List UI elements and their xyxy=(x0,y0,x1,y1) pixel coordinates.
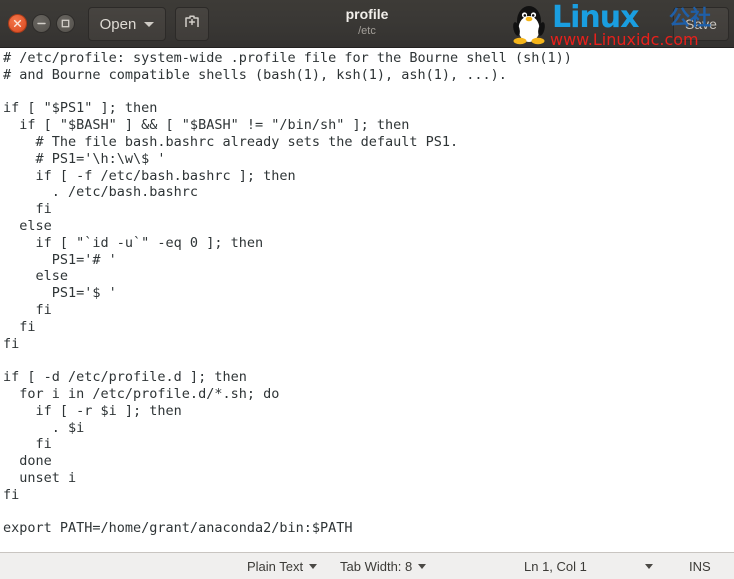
language-selector[interactable]: Plain Text xyxy=(247,558,318,574)
maximize-icon xyxy=(60,18,71,29)
title-bar: Open profile /etc Save Linux 公社 www.Linu… xyxy=(0,0,734,48)
minimize-icon xyxy=(36,19,47,28)
cursor-position: Ln 1, Col 1 xyxy=(524,559,587,574)
close-button[interactable] xyxy=(8,14,27,33)
insert-mode-indicator[interactable]: INS xyxy=(689,559,711,574)
chevron-down-icon xyxy=(309,563,318,569)
open-button[interactable]: Open xyxy=(88,7,166,41)
cursor-position-dropdown[interactable] xyxy=(645,563,653,569)
status-bar: Plain Text Tab Width: 8 Ln 1, Col 1 INS xyxy=(0,552,734,579)
minimize-button[interactable] xyxy=(32,14,51,33)
editor-content[interactable]: # /etc/profile: system-wide .profile fil… xyxy=(3,50,572,537)
close-icon xyxy=(13,19,22,28)
new-document-button[interactable] xyxy=(175,7,209,41)
tux-penguin-icon xyxy=(506,1,552,47)
chevron-down-icon xyxy=(144,21,155,27)
language-label: Plain Text xyxy=(247,558,304,574)
window-controls xyxy=(8,14,75,33)
chevron-down-icon xyxy=(645,563,653,569)
gedit-window: Open profile /etc Save Linux 公社 www.Linu… xyxy=(0,0,734,579)
text-editor-view[interactable]: # /etc/profile: system-wide .profile fil… xyxy=(0,48,734,552)
chevron-down-icon xyxy=(418,563,427,569)
insert-mode-label: INS xyxy=(689,558,711,574)
watermark-brand: Linux xyxy=(552,0,639,35)
tab-width-selector[interactable]: Tab Width: 8 xyxy=(340,558,427,574)
tab-width-label: Tab Width: 8 xyxy=(340,558,413,574)
save-button-label: Save xyxy=(685,16,717,32)
cursor-position-label: Ln 1, Col 1 xyxy=(524,558,587,574)
maximize-button[interactable] xyxy=(56,14,75,33)
new-document-icon xyxy=(183,13,201,36)
open-button-label: Open xyxy=(99,15,137,33)
save-button[interactable]: Save xyxy=(673,7,729,41)
